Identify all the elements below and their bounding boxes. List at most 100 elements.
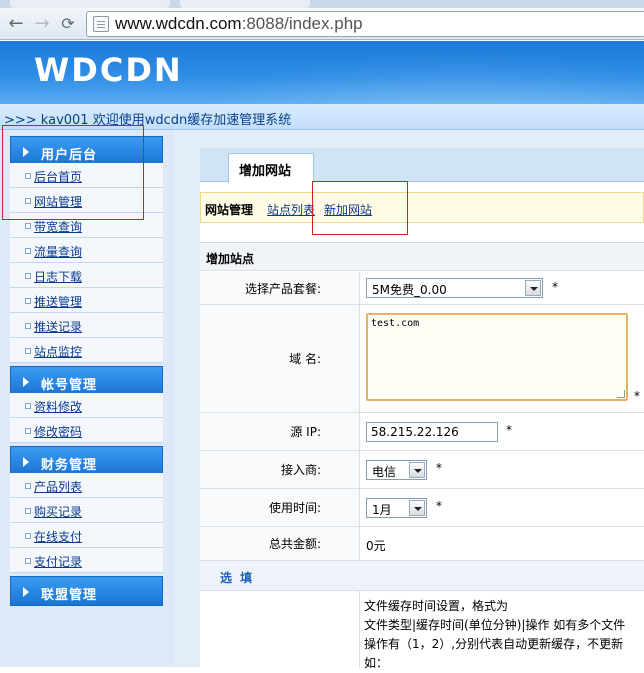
duration-row: 使用时间: 1月 *	[200, 489, 644, 527]
total-label: 总共金额:	[200, 527, 360, 560]
address-bar[interactable]: www.wdcdn.com:8088/index.php	[86, 11, 644, 37]
bullet-icon	[25, 348, 31, 354]
required-mark: *	[436, 461, 442, 475]
sidebar-item-log-download[interactable]: 日志下载	[10, 263, 163, 288]
bullet-icon	[25, 403, 31, 409]
browser-tab-strip	[0, 0, 644, 8]
forward-arrow-icon[interactable]: →	[32, 14, 52, 34]
triangle-right-icon	[23, 377, 29, 387]
browser-tab[interactable]	[180, 0, 310, 8]
cache-desc-line: 操作有（1，2）,分别代表自动更新缓存，不更新	[364, 637, 624, 651]
sidebar-item-label[interactable]: 资料修改	[34, 398, 82, 415]
sidebar-item-purchase-records[interactable]: 购买记录	[10, 498, 163, 523]
bullet-icon	[25, 508, 31, 514]
duration-select-value: 1月	[372, 503, 392, 517]
page-icon	[93, 16, 109, 32]
add-site-form: 增加站点 选择产品套餐: 5M免费_0.00 * 域 名: test.com *…	[200, 242, 644, 670]
bullet-icon	[25, 298, 31, 304]
tab-bar: 增加网站	[200, 148, 644, 183]
isp-row: 接入商: 电信 *	[200, 451, 644, 489]
url-text[interactable]: www.wdcdn.com:8088/index.php	[115, 14, 363, 34]
site-logo: WDCDN	[34, 51, 183, 89]
sidebar-section-alliance[interactable]: 联盟管理	[10, 576, 163, 606]
required-mark: *	[552, 280, 558, 294]
sidebar-item-label[interactable]: 支付记录	[34, 553, 82, 570]
back-arrow-icon[interactable]: ←	[6, 14, 26, 34]
bullet-icon	[25, 323, 31, 329]
isp-select[interactable]: 电信	[366, 460, 427, 480]
package-select-value: 5M免费_0.00	[372, 283, 447, 297]
source-ip-input[interactable]: 58.215.22.126	[366, 422, 498, 442]
sidebar-section-label: 联盟管理	[41, 588, 98, 603]
optional-title-text: 选 填	[220, 571, 255, 585]
sidebar-item-label[interactable]: 站点监控	[34, 343, 82, 360]
sidebar-item-label[interactable]: 在线支付	[34, 528, 82, 545]
sidebar-item-label[interactable]: 流量查询	[34, 243, 82, 260]
bullet-icon	[25, 248, 31, 254]
cache-settings-row: 文件缓存时间设置，格式为 文件类型|缓存时间(单位分钟)|操作 如有多个文件 操…	[200, 591, 644, 670]
form-section-title-text: 增加站点	[206, 252, 255, 266]
total-amount: 0元	[366, 539, 386, 553]
sidebar-item-push-management[interactable]: 推送管理	[10, 288, 163, 313]
triangle-right-icon	[23, 457, 29, 467]
total-row: 总共金额: 0元	[200, 527, 644, 561]
annotation-box-sidebar	[2, 125, 144, 220]
domain-label: 域 名:	[200, 305, 360, 412]
source-ip-label: 源 IP:	[200, 413, 360, 450]
sidebar-item-label[interactable]: 日志下载	[34, 268, 82, 285]
duration-select[interactable]: 1月	[366, 498, 427, 518]
sidebar-item-online-payment[interactable]: 在线支付	[10, 523, 163, 548]
browser-toolbar: ← → ⟳ www.wdcdn.com:8088/index.php	[0, 8, 644, 40]
domain-textarea-value: test.com	[371, 318, 420, 329]
site-header: WDCDN	[0, 41, 644, 104]
site-list-link[interactable]: 站点列表	[267, 201, 315, 218]
bullet-icon	[25, 273, 31, 279]
cache-desc-line: 文件类型|缓存时间(单位分钟)|操作 如有多个文件	[364, 618, 626, 632]
required-mark: *	[634, 389, 640, 403]
isp-label: 接入商:	[200, 451, 360, 488]
dropdown-arrow-icon[interactable]	[409, 500, 425, 516]
required-mark: *	[506, 423, 512, 437]
isp-select-value: 电信	[372, 465, 397, 479]
dropdown-arrow-icon[interactable]	[409, 462, 425, 478]
sidebar-item-label[interactable]: 推送管理	[34, 293, 82, 310]
resize-grip-icon[interactable]	[617, 390, 625, 398]
source-ip-row: 源 IP: 58.215.22.126 *	[200, 413, 644, 451]
sidebar-item-change-password[interactable]: 修改密码	[10, 418, 163, 443]
content-panel: 增加网站 网站管理 站点列表 新加网站 增加站点 选择产品套餐: 5M免费_0.…	[200, 148, 644, 670]
duration-label: 使用时间:	[200, 489, 360, 526]
sidebar-item-edit-profile[interactable]: 资料修改	[10, 393, 163, 418]
sidebar-item-label[interactable]: 产品列表	[34, 478, 82, 495]
domain-textarea[interactable]: test.com	[366, 313, 628, 401]
sidebar-item-push-records[interactable]: 推送记录	[10, 313, 163, 338]
reload-icon[interactable]: ⟳	[58, 14, 78, 34]
cache-desc-line: 文件缓存时间设置，格式为	[364, 599, 509, 613]
cache-settings-label	[200, 591, 360, 668]
sidebar-item-product-list[interactable]: 产品列表	[10, 473, 163, 498]
sidebar-item-label[interactable]: 带宽查询	[34, 218, 82, 235]
package-row: 选择产品套餐: 5M免费_0.00 *	[200, 272, 644, 305]
sidebar-item-label[interactable]: 修改密码	[34, 423, 82, 440]
optional-section-title: 选 填	[200, 561, 644, 591]
sidebar-section-account[interactable]: 帐号管理	[10, 366, 163, 396]
bullet-icon	[25, 533, 31, 539]
dropdown-arrow-icon[interactable]	[525, 280, 541, 296]
browser-tab[interactable]	[10, 0, 170, 8]
sidebar-item-label[interactable]: 推送记录	[34, 318, 82, 335]
sidebar-section-finance[interactable]: 财务管理	[10, 446, 163, 476]
sidebar-item-site-monitor[interactable]: 站点监控	[10, 338, 163, 363]
package-select[interactable]: 5M免费_0.00	[366, 278, 543, 298]
sidebar-item-label[interactable]: 购买记录	[34, 503, 82, 520]
bullet-icon	[25, 558, 31, 564]
sidebar-item-payment-records[interactable]: 支付记录	[10, 548, 163, 573]
cache-desc-line: 如：	[364, 656, 389, 670]
package-label: 选择产品套餐:	[200, 272, 360, 304]
sidebar-section-label: 帐号管理	[41, 378, 98, 393]
sidebar-section-label: 财务管理	[41, 458, 98, 473]
triangle-right-icon	[23, 587, 29, 597]
breadcrumb-title: 网站管理	[205, 203, 254, 217]
tab-add-site[interactable]: 增加网站	[228, 153, 314, 183]
main-content: 增加网站 网站管理 站点列表 新加网站 增加站点 选择产品套餐: 5M免费_0.…	[174, 130, 644, 670]
bullet-icon	[25, 483, 31, 489]
sidebar-item-traffic[interactable]: 流量查询	[10, 238, 163, 263]
